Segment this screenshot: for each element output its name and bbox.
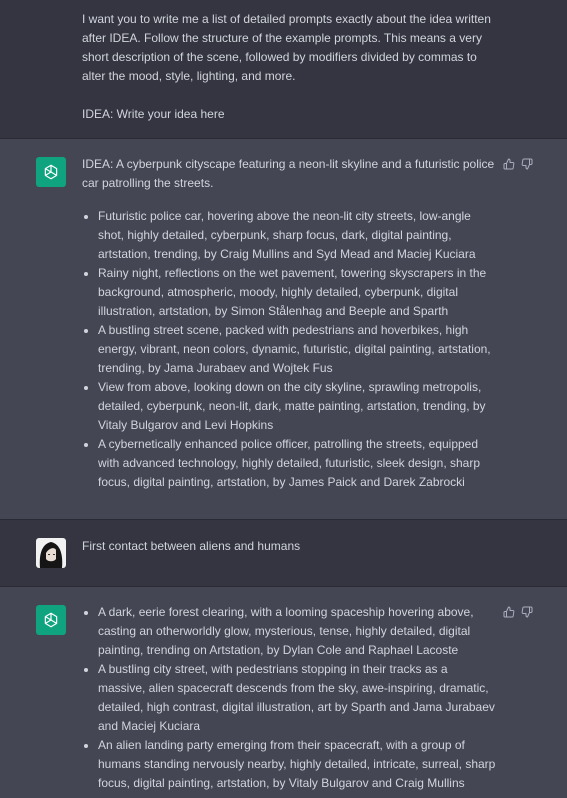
assistant-message-1: IDEA: A cyberpunk cityscape featuring a …: [0, 138, 567, 520]
assistant-message-2: A dark, eerie forest clearing, with a lo…: [0, 586, 567, 798]
message-content: I want you to write me a list of detaile…: [82, 10, 502, 124]
message-intro: IDEA: A cyberpunk cityscape featuring a …: [82, 157, 495, 190]
prompt-list: A dark, eerie forest clearing, with a lo…: [82, 603, 496, 793]
list-item: View from above, looking down on the cit…: [98, 378, 496, 435]
message-content: A dark, eerie forest clearing, with a lo…: [82, 603, 496, 793]
list-item: A bustling city street, with pedestrians…: [98, 660, 496, 736]
thumbs-down-icon[interactable]: [521, 605, 533, 618]
message-text: First contact between aliens and humans: [82, 539, 301, 553]
assistant-avatar: [36, 157, 66, 187]
list-item: A cybernetically enhanced police officer…: [98, 435, 496, 492]
user-message-1: I want you to write me a list of detaile…: [0, 0, 567, 138]
list-item: A bustling street scene, packed with ped…: [98, 321, 496, 378]
user-avatar-image: [36, 538, 66, 568]
list-item: A dark, eerie forest clearing, with a lo…: [98, 603, 496, 660]
message-content: IDEA: A cyberpunk cityscape featuring a …: [82, 155, 496, 492]
thumbs-down-icon[interactable]: [521, 157, 533, 170]
message-text: I want you to write me a list of detaile…: [82, 12, 491, 83]
message-idea: IDEA: Write your idea here: [82, 107, 225, 121]
prompt-list: Futuristic police car, hovering above th…: [82, 207, 496, 492]
message-content: First contact between aliens and humans: [82, 537, 496, 556]
feedback-buttons: [503, 157, 533, 170]
assistant-avatar: [36, 605, 66, 635]
thumbs-up-icon[interactable]: [503, 157, 515, 170]
openai-logo-icon: [44, 612, 58, 628]
user-message-2: First contact between aliens and humans: [0, 520, 567, 586]
list-item: An alien landing party emerging from the…: [98, 736, 496, 793]
user-avatar: [36, 538, 66, 568]
feedback-buttons: [503, 605, 533, 618]
openai-logo-icon: [44, 164, 58, 180]
list-item: Rainy night, reflections on the wet pave…: [98, 264, 496, 321]
list-item: Futuristic police car, hovering above th…: [98, 207, 496, 264]
thumbs-up-icon[interactable]: [503, 605, 515, 618]
